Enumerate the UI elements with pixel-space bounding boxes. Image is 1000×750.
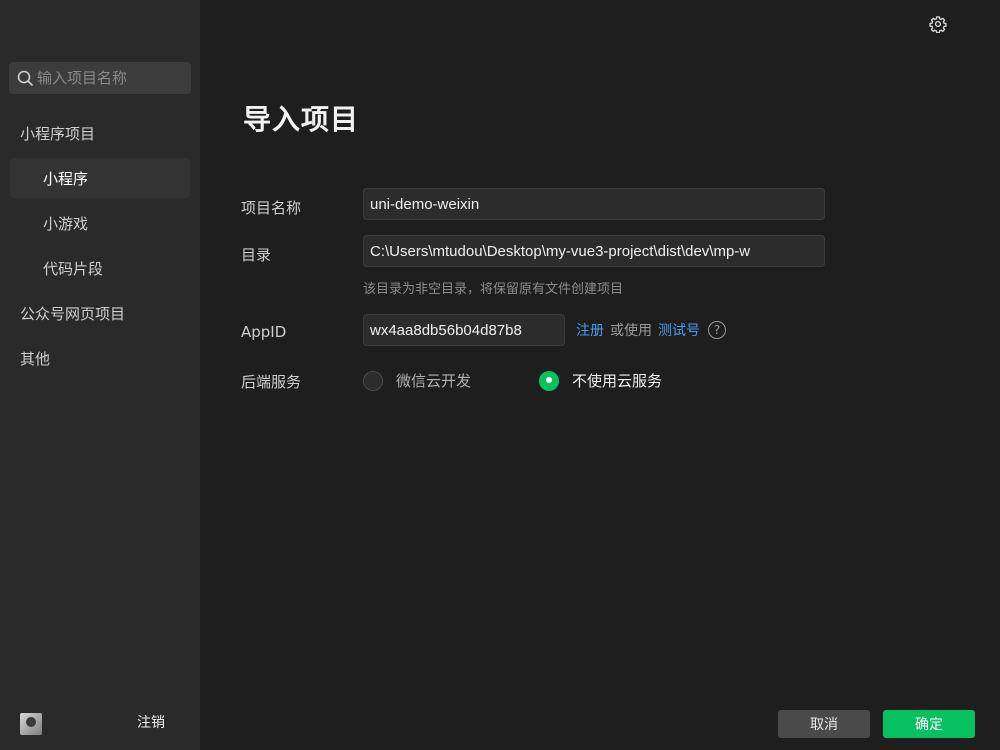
- directory-hint: 该目录为非空目录，将保留原有文件创建项目: [363, 282, 624, 297]
- directory-input[interactable]: [363, 235, 825, 267]
- radio-wechat-cloud[interactable]: 微信云开发: [363, 370, 471, 391]
- radio-label: 微信云开发: [396, 372, 472, 390]
- sidebar-item-label: 公众号网页项目: [20, 304, 126, 323]
- register-link[interactable]: 注册: [576, 320, 604, 340]
- directory-label: 目录: [241, 246, 272, 264]
- gear-icon[interactable]: [929, 15, 947, 33]
- sidebar-item-minigame[interactable]: 小游戏: [10, 203, 190, 243]
- sidebar-item-miniprogram[interactable]: 小程序: [10, 158, 190, 198]
- radio-no-cloud[interactable]: 不使用云服务: [539, 370, 662, 391]
- project-name-label: 项目名称: [241, 199, 302, 217]
- sidebar: 小程序项目 小程序 小游戏 代码片段 公众号网页项目 其他 注销: [0, 0, 200, 750]
- sidebar-item-label: 其他: [20, 349, 51, 368]
- backend-service-label: 后端服务: [241, 373, 302, 391]
- sidebar-item-label: 代码片段: [43, 259, 104, 278]
- appid-label: AppID: [241, 323, 287, 341]
- confirm-button[interactable]: 确定: [883, 710, 975, 738]
- sidebar-item-official-account-web[interactable]: 公众号网页项目: [10, 293, 190, 333]
- user-row: 注销: [0, 700, 200, 746]
- sidebar-item-other[interactable]: 其他: [10, 338, 190, 378]
- test-account-link[interactable]: 测试号: [658, 320, 700, 340]
- cancel-button[interactable]: 取消: [778, 710, 870, 738]
- radio-label: 不使用云服务: [572, 372, 663, 390]
- sidebar-item-label: 小程序项目: [20, 124, 96, 143]
- sidebar-item-label: 小程序: [43, 169, 89, 188]
- radio-circle-checked[interactable]: [539, 370, 559, 391]
- page-title: 导入项目: [243, 103, 360, 136]
- search-input[interactable]: [37, 69, 177, 87]
- radio-circle[interactable]: [363, 370, 383, 391]
- search-box[interactable]: [9, 62, 191, 94]
- avatar[interactable]: [20, 713, 42, 735]
- sidebar-item-label: 小游戏: [43, 214, 89, 233]
- sidebar-item-code-snippet[interactable]: 代码片段: [10, 248, 190, 288]
- help-icon[interactable]: ?: [708, 321, 726, 339]
- sidebar-item-miniprogram-projects[interactable]: 小程序项目: [10, 113, 190, 153]
- or-use-text: 或使用: [610, 323, 652, 339]
- appid-input[interactable]: [363, 314, 565, 346]
- search-icon: [17, 70, 33, 86]
- appid-actions: 注册 或使用 测试号 ?: [576, 320, 726, 340]
- import-project-window: 小程序项目 小程序 小游戏 代码片段 公众号网页项目 其他 注销 导入项目 项目…: [0, 0, 1000, 750]
- logout-button[interactable]: 注销: [137, 712, 165, 732]
- project-name-input[interactable]: [363, 188, 825, 220]
